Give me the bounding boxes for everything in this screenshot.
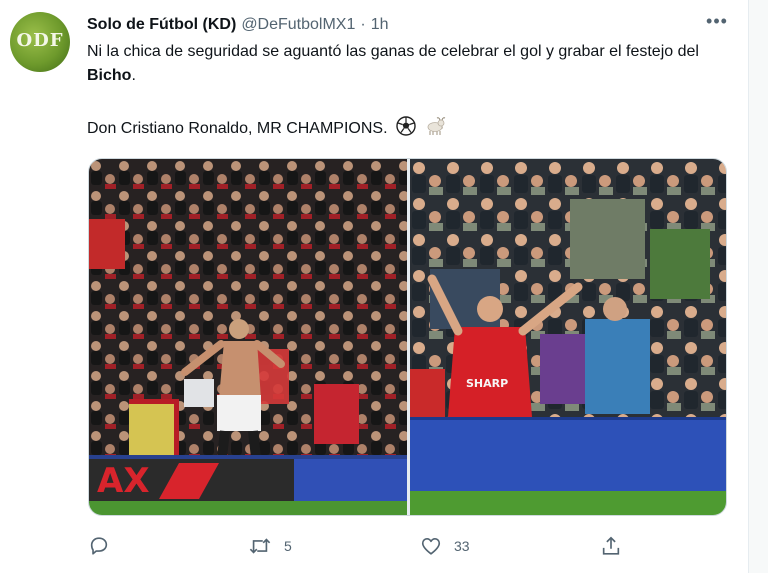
share-icon: [602, 536, 620, 555]
svg-text:AX: AX: [97, 461, 150, 501]
like-button[interactable]: 33: [420, 533, 470, 559]
media-photo-right[interactable]: SHARP: [410, 159, 726, 515]
display-name[interactable]: Solo de Fútbol (KD): [87, 16, 236, 34]
tweet-text-line: Don Cristiano Ronaldo, MR CHAMPIONS.: [87, 120, 388, 137]
tweet-actions: 5 33: [88, 533, 648, 559]
page-edge: [749, 0, 768, 573]
media-photo-left[interactable]: AX: [89, 159, 407, 515]
goat-emoji: [424, 116, 446, 144]
tweet-text-bold: Bicho: [87, 67, 132, 84]
retweet-icon: [249, 538, 271, 554]
user-handle[interactable]: @DeFutbolMX1: [241, 16, 355, 34]
like-count: 33: [454, 538, 470, 554]
more-options-icon[interactable]: •••: [704, 12, 730, 34]
share-button[interactable]: [600, 533, 634, 559]
svg-text:SHARP: SHARP: [466, 377, 508, 390]
tweet-text-paragraph-2: Don Cristiano Ronaldo, MR CHAMPIONS.: [87, 116, 737, 144]
retweet-count: 5: [284, 538, 292, 554]
reply-button[interactable]: [88, 533, 122, 559]
tweet-header: Solo de Fútbol (KD) @DeFutbolMX1 · 1h: [87, 14, 389, 36]
separator-dot: ·: [360, 16, 366, 33]
tweet-card[interactable]: ODF Solo de Fútbol (KD) @DeFutbolMX1 · 1…: [0, 0, 768, 573]
tweet-text-paragraph-1: Ni la chica de seguridad se aguantó las …: [87, 40, 737, 88]
media-grid[interactable]: AX SHARP: [88, 158, 727, 516]
reply-icon: [90, 537, 108, 555]
avatar-logo: ODF: [16, 30, 64, 51]
soccer-ball-emoji: [396, 116, 416, 144]
timestamp[interactable]: 1h: [371, 16, 389, 34]
heart-icon: [421, 538, 441, 555]
tweet-text-part: Ni la chica de seguridad se aguantó las …: [87, 43, 699, 60]
avatar[interactable]: ODF: [10, 12, 70, 72]
tweet-text-part: .: [131, 67, 136, 84]
retweet-button[interactable]: 5: [248, 533, 292, 559]
